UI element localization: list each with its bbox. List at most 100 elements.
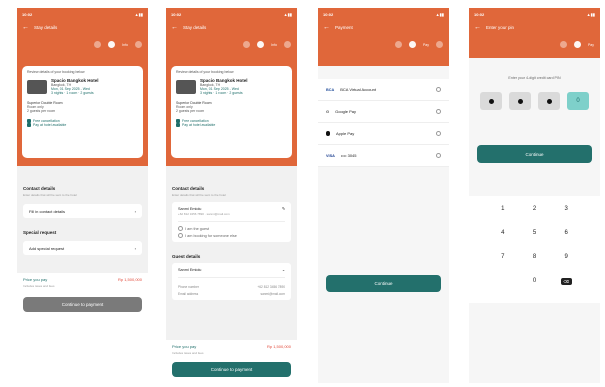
header: 10:02 ▲▮▮ ← Payment Pay bbox=[318, 8, 449, 66]
screen-stay-details: 10:02 ▲▮▮ ← Stay details Info Review det… bbox=[17, 8, 148, 383]
edit-icon[interactable]: ✎ bbox=[282, 206, 285, 211]
pin-box[interactable] bbox=[538, 92, 560, 110]
contact-section-subtitle: Enter details that will be sent to the h… bbox=[23, 193, 77, 197]
contact-details-select[interactable]: Fill in contact details › bbox=[23, 204, 142, 218]
apple-icon bbox=[326, 131, 330, 136]
pin-dot bbox=[517, 98, 523, 104]
guest-option-other[interactable]: I am booking for someone else bbox=[178, 233, 285, 238]
radio-icon[interactable] bbox=[436, 109, 441, 114]
key-6[interactable]: 6 bbox=[550, 230, 582, 236]
key-3[interactable]: 3 bbox=[550, 206, 582, 212]
radio-icon bbox=[178, 233, 183, 238]
numeric-keypad: 1 2 3 4 5 6 7 8 9 0 ⌫ bbox=[469, 196, 600, 303]
status-time: 10:02 bbox=[474, 11, 485, 17]
hotel-thumbnail bbox=[27, 79, 47, 94]
pin-box[interactable] bbox=[480, 92, 502, 110]
guest-phone-value: +62 812 3456 7890 bbox=[257, 285, 285, 289]
backspace-icon: ⌫ bbox=[560, 278, 572, 285]
contact-section-subtitle: Enter details that will be sent to the h… bbox=[172, 193, 226, 197]
step-indicator: Pay bbox=[559, 41, 594, 48]
payment-method-google-pay[interactable]: G Google Pay bbox=[318, 101, 449, 123]
payment-method-bca[interactable]: BCA BCA Virtual Account bbox=[318, 79, 449, 101]
page-title: Stay details bbox=[183, 24, 207, 30]
key-2[interactable]: 2 bbox=[519, 206, 551, 212]
price-label: Price you pay bbox=[23, 277, 48, 282]
step-dot-active bbox=[408, 41, 416, 48]
payment-method-label: BCA Virtual Account bbox=[340, 87, 376, 92]
key-empty bbox=[487, 278, 519, 285]
google-icon: G bbox=[326, 109, 330, 114]
guest-card[interactable]: Sanmi Emiolu ⌄ Phone number +62 812 3456… bbox=[172, 263, 291, 300]
step-dot-active bbox=[108, 41, 116, 48]
step-dot bbox=[243, 41, 251, 48]
key-5[interactable]: 5 bbox=[519, 230, 551, 236]
policy-pay: Pay at hotel available bbox=[182, 123, 216, 127]
price-note: Includes taxes and fees bbox=[172, 351, 204, 355]
screen-payment: 10:02 ▲▮▮ ← Payment Pay BCA BCA Virtual A… bbox=[318, 8, 449, 383]
pin-box-active[interactable]: 0 bbox=[567, 92, 589, 110]
booking-card: Review details of your booking below Spa… bbox=[22, 66, 143, 158]
status-time: 10:02 bbox=[22, 11, 33, 17]
status-icons: ▲▮▮ bbox=[283, 11, 292, 17]
back-arrow-icon[interactable]: ← bbox=[474, 24, 481, 31]
status-time: 10:02 bbox=[171, 11, 182, 17]
step-indicator: Pay bbox=[394, 41, 443, 48]
radio-icon[interactable] bbox=[436, 153, 441, 158]
step-label: Info bbox=[271, 42, 277, 47]
key-7[interactable]: 7 bbox=[487, 254, 519, 260]
continue-button[interactable]: Continue bbox=[477, 145, 592, 163]
step-indicator: Info bbox=[243, 41, 291, 48]
payment-method-visa[interactable]: VISA •••• 3045 bbox=[318, 145, 449, 167]
visa-icon: VISA bbox=[326, 153, 335, 158]
guest-option-other-label: I am booking for someone else bbox=[185, 233, 237, 238]
contact-section-title: Contact details bbox=[23, 186, 56, 191]
page-title: Payment bbox=[335, 24, 353, 30]
back-arrow-icon[interactable]: ← bbox=[22, 24, 29, 31]
booking-card: Review details of your booking below Spa… bbox=[171, 66, 292, 158]
guest-option-self[interactable]: I am the guest bbox=[178, 226, 285, 231]
hotel-thumbnail bbox=[176, 79, 196, 94]
room-guests: 2 guests per room bbox=[27, 109, 56, 113]
stay-summary: 3 nights · 1 room · 2 guests bbox=[51, 91, 94, 95]
key-0[interactable]: 0 bbox=[519, 278, 551, 285]
step-label: Pay bbox=[422, 42, 429, 47]
pin-dot bbox=[546, 98, 552, 104]
payment-method-apple-pay[interactable]: Apple Pay bbox=[318, 123, 449, 145]
chevron-right-icon: › bbox=[134, 208, 136, 214]
page-title: Stay details bbox=[34, 24, 58, 30]
step-dot bbox=[135, 41, 142, 48]
contact-select-label: Fill in contact details bbox=[29, 208, 66, 214]
step-dot-active bbox=[257, 41, 265, 48]
special-request-title: Special request bbox=[23, 230, 57, 235]
backspace-key[interactable]: ⌫ bbox=[550, 278, 582, 285]
back-arrow-icon[interactable]: ← bbox=[323, 24, 330, 31]
continue-button[interactable]: Continue bbox=[326, 275, 441, 292]
radio-icon[interactable] bbox=[436, 131, 441, 136]
booking-note: Review details of your booking below bbox=[176, 70, 234, 74]
contact-card[interactable]: Sanmi Emiolu ✎ +62 812 3456 7890 · sanmi… bbox=[172, 202, 291, 242]
continue-to-payment-button[interactable]: Continue to payment bbox=[23, 297, 142, 312]
status-bar: 10:02 ▲▮▮ bbox=[166, 8, 297, 20]
step-label: Info bbox=[122, 42, 128, 47]
key-4[interactable]: 4 bbox=[487, 230, 519, 236]
price-value: Rp 1,500,000 bbox=[266, 344, 291, 349]
special-request-select[interactable]: Add special request › bbox=[23, 241, 142, 255]
key-9[interactable]: 9 bbox=[550, 254, 582, 260]
back-arrow-icon[interactable]: ← bbox=[171, 24, 178, 31]
payment-methods: BCA BCA Virtual Account G Google Pay Apple… bbox=[318, 79, 449, 167]
radio-icon[interactable] bbox=[436, 87, 441, 92]
pin-box[interactable] bbox=[509, 92, 531, 110]
key-8[interactable]: 8 bbox=[519, 254, 551, 260]
chevron-down-icon[interactable]: ⌄ bbox=[282, 267, 285, 272]
price-note: Includes taxes and fees bbox=[23, 284, 55, 288]
check-icon bbox=[176, 123, 180, 127]
step-label: Pay bbox=[587, 42, 594, 47]
step-indicator: Info bbox=[94, 41, 142, 48]
step-dot bbox=[436, 41, 443, 48]
step-dot bbox=[94, 41, 102, 48]
key-1[interactable]: 1 bbox=[487, 206, 519, 212]
pin-boxes[interactable]: 0 bbox=[469, 92, 600, 110]
continue-to-payment-button[interactable]: Continue to payment bbox=[172, 362, 291, 377]
payment-method-label: Apple Pay bbox=[336, 131, 355, 136]
status-icons: ▲▮▮ bbox=[435, 11, 444, 17]
